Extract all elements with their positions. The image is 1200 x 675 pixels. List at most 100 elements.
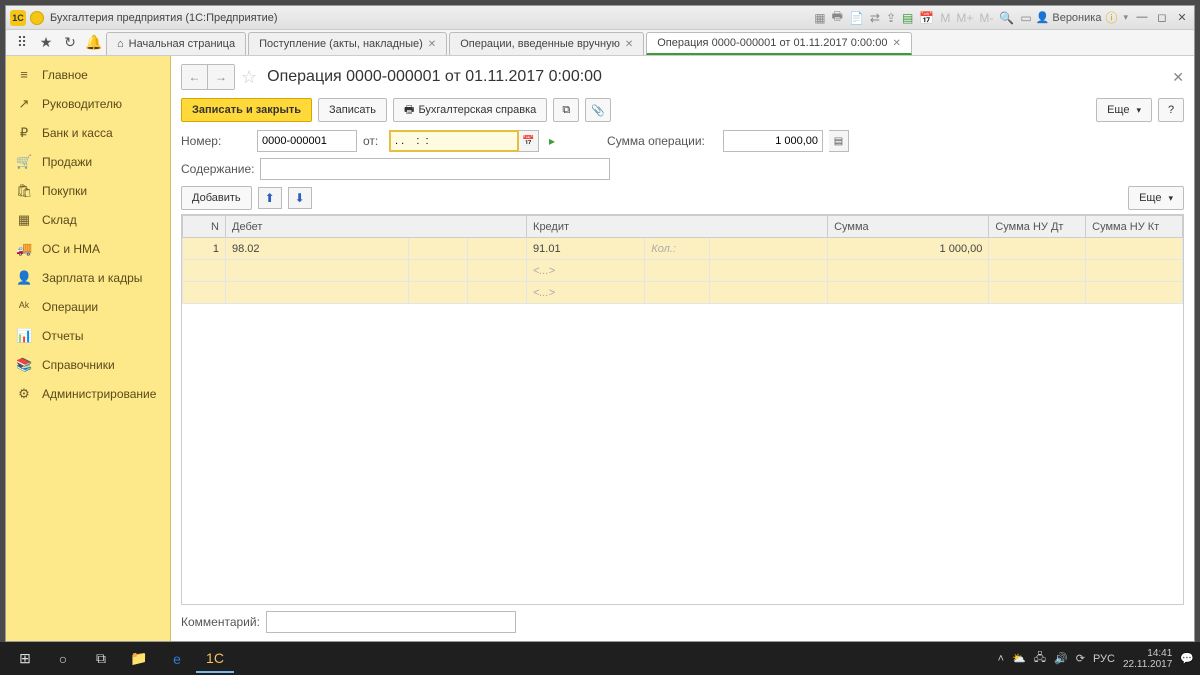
tab-operation[interactable]: Операция 0000-000001 от 01.11.2017 0:00:… [646,32,912,55]
cell-sumdt[interactable] [989,260,1086,282]
sidebar-item-warehouse[interactable]: ▦Склад [6,205,170,234]
col-sumkt[interactable]: Сумма НУ Кт [1086,216,1183,238]
sidebar-item-admin[interactable]: ⚙Администрирование [6,379,170,408]
save-button[interactable]: Записать [318,98,387,122]
cell-qty[interactable]: Кол.: [645,238,710,260]
sidebar-item-catalogs[interactable]: 📚Справочники [6,350,170,379]
cell-debit-sub1[interactable] [408,238,467,260]
cell-credit-ph[interactable]: <...> [527,282,645,304]
cell-credit-ph[interactable]: <...> [527,260,645,282]
col-credit[interactable]: Кредит [527,216,828,238]
sidebar-item-reports[interactable]: 📊Отчеты [6,321,170,350]
help-button[interactable]: ? [1158,98,1184,122]
entries-grid[interactable]: N Дебет Кредит Сумма Сумма НУ Дт Сумма Н… [181,214,1184,605]
cell-n[interactable] [183,282,226,304]
cell-debit[interactable]: 98.02 [226,238,409,260]
info-icon[interactable]: ⓘ [1105,9,1117,26]
start-button[interactable]: ⊞ [6,645,44,673]
sidebar-item-assets[interactable]: 🚚ОС и НМА [6,234,170,263]
dropdown-icon[interactable] [30,11,44,25]
desc-input[interactable] [260,158,610,180]
doc-icon[interactable]: 📄 [849,11,864,25]
star-icon[interactable]: ☆ [241,67,257,88]
cell-credit-sub[interactable] [709,282,827,304]
close-button[interactable]: ✕ [1174,11,1190,24]
apps-icon[interactable]: ⠿ [10,30,34,55]
back-button[interactable]: ← [182,65,208,89]
taskview-icon[interactable]: ⧉ [82,645,120,673]
attach-button[interactable]: 📎 [585,98,611,122]
grid-icon[interactable]: ▦ [814,11,825,25]
calendar-button[interactable]: 📅 [519,130,539,152]
sidebar-item-bank[interactable]: ₽Банк и касса [6,118,170,147]
tab-receipts[interactable]: Поступление (акты, накладные) ✕ [248,32,447,55]
close-tab-icon[interactable]: ✕ [625,39,633,50]
tray-cloud-icon[interactable]: ⛅ [1012,652,1026,665]
tab-home[interactable]: ⌂ Начальная страница [106,32,246,55]
cell-debit-sub[interactable] [408,260,467,282]
user-badge[interactable]: 👤 Вероника [1036,11,1102,24]
cell-n[interactable]: 1 [183,238,226,260]
cell-sum[interactable] [828,282,989,304]
print-icon[interactable]: 🖶 [832,7,843,28]
export-icon[interactable]: ⇪ [886,11,896,25]
close-tab-icon[interactable]: ✕ [428,39,436,50]
col-debit[interactable]: Дебет [226,216,527,238]
sidebar-item-operations[interactable]: ᴬᵏОперации [6,292,170,321]
calc-button[interactable]: ▤ [829,130,849,152]
tray-up-icon[interactable]: ˄ [998,653,1004,665]
comment-input[interactable] [266,611,516,633]
favorite-icon[interactable]: ★ [34,30,58,55]
close-tab-icon[interactable]: ✕ [892,38,900,49]
cell-credit-sub2[interactable] [709,238,827,260]
cell-credit-sub[interactable] [645,282,710,304]
cell-credit-sub[interactable] [709,260,827,282]
col-sumdt[interactable]: Сумма НУ Дт [989,216,1086,238]
sidebar-item-hr[interactable]: 👤Зарплата и кадры [6,263,170,292]
close-page-button[interactable]: ✕ [1172,69,1184,86]
cell-sumdt[interactable] [989,282,1086,304]
cell-sum[interactable] [828,260,989,282]
cell-n[interactable] [183,260,226,282]
cell-debit-sub[interactable] [408,282,467,304]
date-input[interactable] [389,130,519,152]
table-row[interactable]: <...> [183,260,1183,282]
notifications-icon[interactable]: 🔔 [82,30,106,55]
cell-sumkt[interactable] [1086,260,1183,282]
tray-network-icon[interactable]: 🖧 [1034,649,1046,668]
more-button[interactable]: Еще▾ [1096,98,1152,122]
copy-button[interactable]: ⧉ [553,98,579,122]
tray-notifications-icon[interactable]: 💬 [1180,652,1194,665]
edge-icon[interactable]: e [158,645,196,673]
save-close-button[interactable]: Записать и закрыть [181,98,312,122]
m-icon[interactable]: M [940,11,950,25]
search-icon[interactable]: ○ [44,645,82,673]
recalc-icon[interactable]: ▸ [549,134,555,148]
cell-sumkt[interactable] [1086,282,1183,304]
col-sum[interactable]: Сумма [828,216,989,238]
app-taskbar-icon[interactable]: 1C [196,645,234,673]
cell-debit-sub[interactable] [226,282,409,304]
add-button[interactable]: Добавить [181,186,252,210]
report-button[interactable]: 🖶 Бухгалтерская справка [393,98,547,122]
number-input[interactable] [257,130,357,152]
sidebar-item-manager[interactable]: ↗Руководителю [6,89,170,118]
cell-debit-sub2[interactable] [467,238,526,260]
tray-clock[interactable]: 14:41 22.11.2017 [1123,648,1172,670]
tray-sync-icon[interactable]: ⟳ [1076,652,1085,665]
sum-input[interactable] [723,130,823,152]
calendar-icon[interactable]: 📅 [919,11,934,25]
grid-more-button[interactable]: Еще▾ [1128,186,1184,210]
mminus-icon[interactable]: M- [979,11,993,25]
cell-debit-sub[interactable] [226,260,409,282]
move-down-button[interactable]: ⬇ [288,187,312,209]
mplus-icon[interactable]: M+ [956,11,973,25]
maximize-button[interactable]: ◻ [1154,11,1170,24]
cell-sumdt[interactable] [989,238,1086,260]
cell-credit-sub[interactable] [645,260,710,282]
table-row[interactable]: 1 98.02 91.01 Кол.: 1 000,00 [183,238,1183,260]
tab-manual-ops[interactable]: Операции, введенные вручную ✕ [449,32,644,55]
calc-icon[interactable]: ▤ [902,11,913,25]
tray-volume-icon[interactable]: 🔊 [1054,652,1068,665]
explorer-icon[interactable]: 📁 [120,645,158,673]
